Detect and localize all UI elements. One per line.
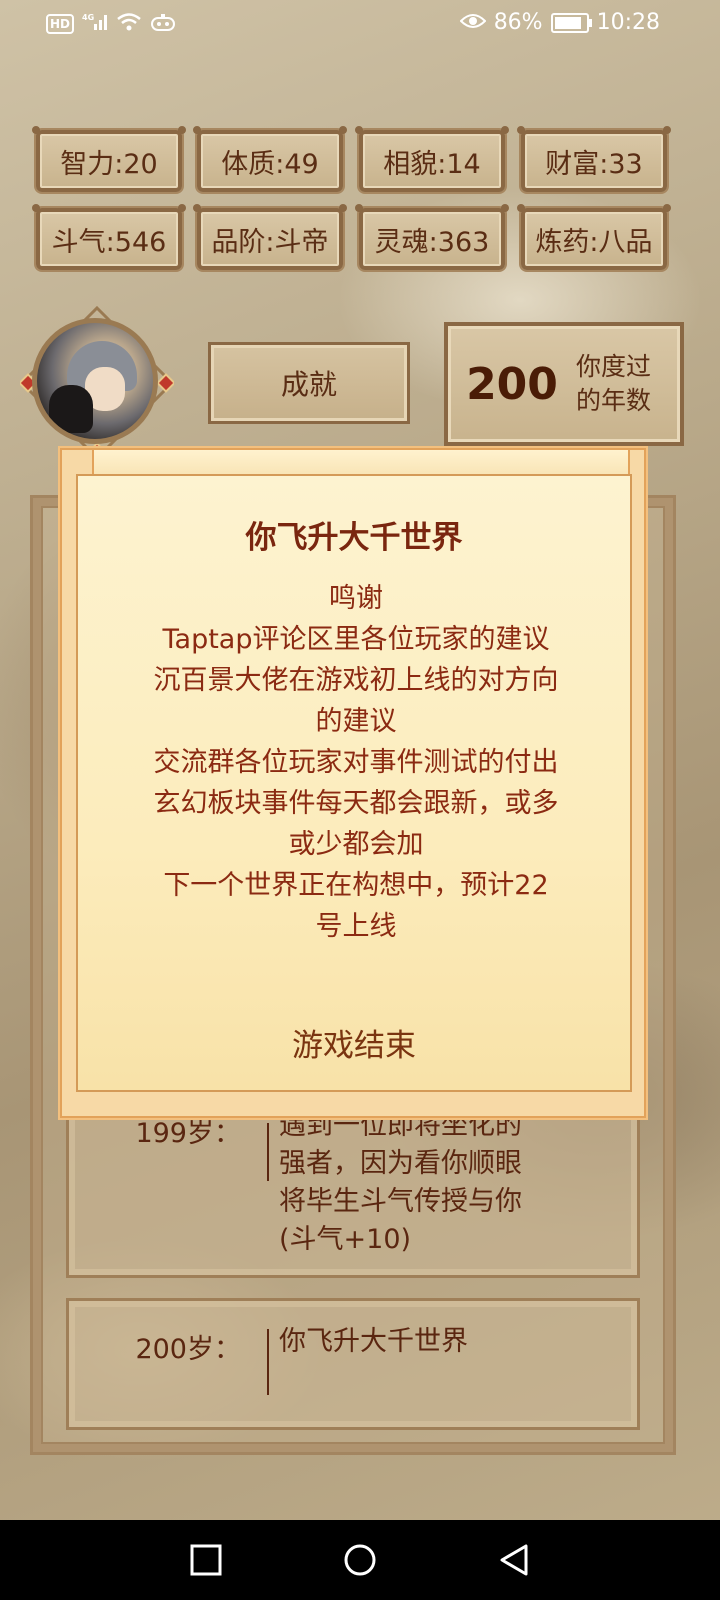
svg-text:4G: 4G	[82, 13, 94, 22]
avatar-frame[interactable]	[20, 306, 174, 460]
achievements-button[interactable]: 成就	[208, 342, 410, 424]
stat-intelligence: 智力:20	[32, 126, 186, 192]
stat-wealth: 财富:33	[517, 126, 671, 192]
signal-icon: 4G	[82, 12, 108, 36]
log-divider	[267, 1329, 269, 1395]
game-over-button[interactable]: 游戏结束	[78, 1020, 630, 1065]
stat-douqi: 斗气:546	[32, 204, 186, 270]
wifi-icon	[116, 12, 142, 36]
battery-percent: 86%	[493, 10, 543, 35]
home-icon[interactable]	[342, 1542, 378, 1578]
log-entry-text: 你飞升大千世界	[279, 1326, 468, 1357]
stat-soul: 灵魂:363	[355, 204, 509, 270]
stat-rank: 品阶:斗帝	[193, 204, 347, 270]
clock: 10:28	[596, 10, 660, 35]
battery-icon	[550, 12, 592, 33]
avatar	[32, 318, 158, 444]
eye-icon	[459, 12, 487, 34]
log-entry-age: 200岁：	[135, 1334, 241, 1365]
stat-appearance: 相貌:14	[355, 126, 509, 192]
status-bar: HD 4G 86% 10:28	[0, 0, 720, 50]
navigation-bar	[0, 1520, 720, 1600]
back-icon[interactable]	[496, 1542, 532, 1578]
recents-icon[interactable]	[188, 1542, 224, 1578]
stat-alchemy: 炼药:八品	[517, 204, 671, 270]
dialog-title: 你飞升大千世界	[245, 520, 463, 556]
log-entry: 199岁： 遇到一位即将坐化的 强者，因为看你顺眼 将毕生斗气传授与你 (斗气+…	[66, 1100, 640, 1278]
log-divider	[267, 1123, 269, 1181]
dialog-content: 你飞升大千世界 鸣谢 Taptap评论区里各位玩家的建议 沉百景大佬在游戏初上线…	[76, 474, 632, 1092]
stat-constitution: 体质:49	[193, 126, 347, 192]
hd-icon: HD	[46, 14, 75, 34]
log-entry-text: 遇到一位即将坐化的 强者，因为看你顺眼 将毕生斗气传授与你 (斗气+10)	[279, 1110, 522, 1255]
dialog-message: 鸣谢 Taptap评论区里各位玩家的建议 沉百景大佬在游戏初上线的对方向 的建议…	[153, 583, 559, 942]
log-entry: 200岁： 你飞升大千世界	[66, 1298, 640, 1430]
dialog-header-cap	[92, 448, 630, 476]
game-controller-icon	[150, 12, 176, 36]
years-lived-value: 200	[466, 358, 558, 410]
years-lived-box: 200 你度过 的年数	[444, 322, 684, 446]
years-lived-label: 你度过 的年数	[576, 352, 652, 415]
